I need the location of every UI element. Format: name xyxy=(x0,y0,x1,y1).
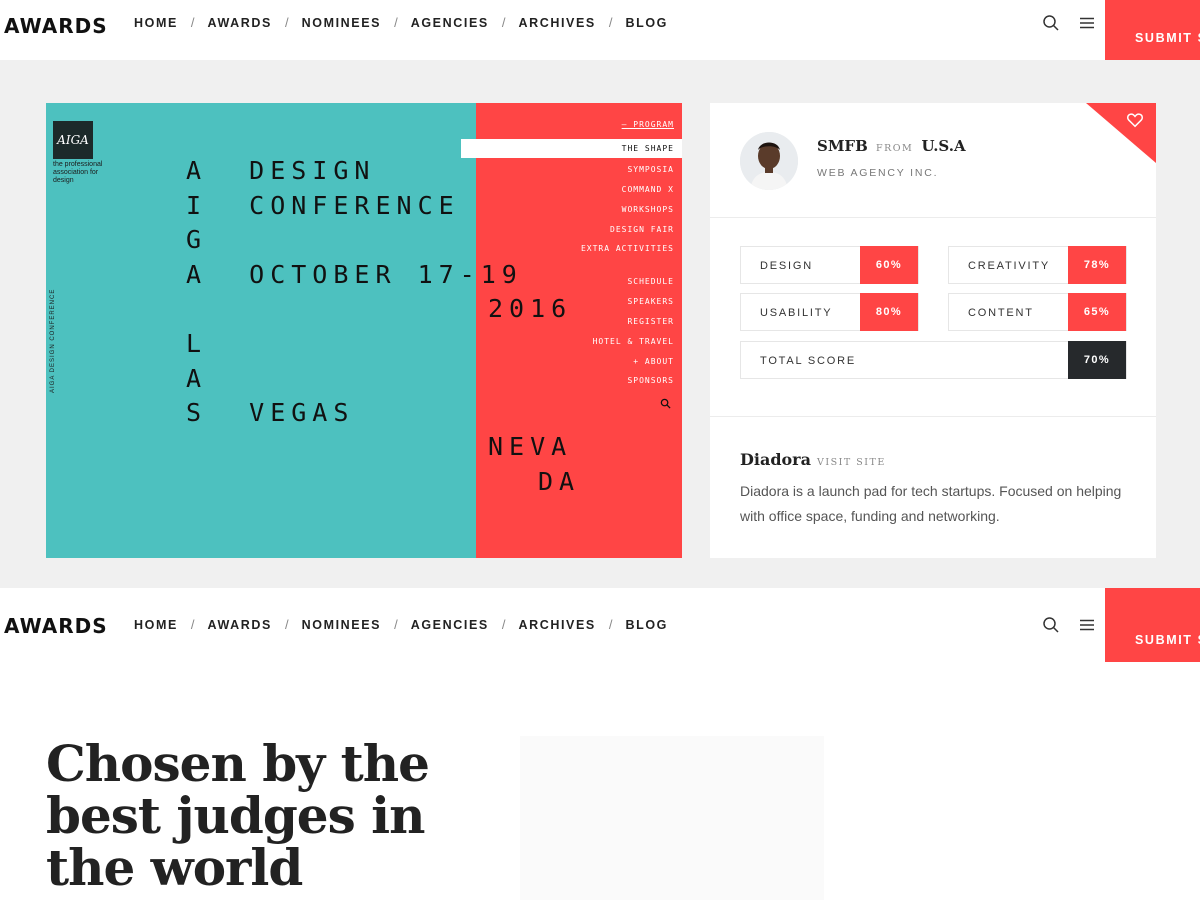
client-description: Diadora is a launch pad for tech startup… xyxy=(740,483,1122,524)
agency-title: SMFB xyxy=(817,137,868,155)
nav-home[interactable]: HOME xyxy=(134,618,178,632)
site-logo[interactable]: AWARDS xyxy=(4,614,108,638)
poster-menu-item: + ABOUT xyxy=(633,357,674,366)
menu-icon[interactable] xyxy=(1078,14,1096,32)
divider xyxy=(710,416,1156,417)
nav-separator: / xyxy=(501,15,506,30)
poster-line: DA xyxy=(538,467,581,496)
nav-separator: / xyxy=(608,15,613,30)
nav-separator: / xyxy=(501,617,506,632)
search-icon[interactable] xyxy=(1042,616,1060,634)
score-label: CREATIVITY xyxy=(968,260,1050,272)
poster-menu-item: COMMAND X xyxy=(621,185,674,194)
nav-separator: / xyxy=(285,15,289,30)
search-icon[interactable] xyxy=(1042,14,1060,32)
poster-search-icon xyxy=(660,398,671,409)
submit-button[interactable]: SUBMIT S xyxy=(1105,0,1200,60)
avatar xyxy=(740,132,798,190)
poster-menu-item: SYMPOSIA xyxy=(627,165,674,174)
showcase-image[interactable]: AIGA the professional association for de… xyxy=(46,103,682,558)
submit-button[interactable]: SUBMIT S xyxy=(1105,588,1200,662)
nav-archives[interactable]: ARCHIVES xyxy=(518,618,595,632)
poster-line: A OCTOBER 17-19 xyxy=(186,260,523,289)
poster-line: A xyxy=(186,364,208,393)
vertical-conference-label: AIGA DESIGN CONFERENCE xyxy=(50,288,56,393)
score-design: DESIGN 60% xyxy=(740,246,919,284)
nominee-card: SMFB FROM U.S.A WEB AGENCY INC. DESIGN 6… xyxy=(710,103,1156,558)
poster-menu-item: SCHEDULE xyxy=(627,277,674,286)
divider xyxy=(710,217,1156,218)
score-usability: USABILITY 80% xyxy=(740,293,919,331)
nav-separator: / xyxy=(608,617,613,632)
nav-blog[interactable]: BLOG xyxy=(625,618,668,632)
menu-icon[interactable] xyxy=(1078,616,1096,634)
nav-agencies[interactable]: AGENCIES xyxy=(411,618,489,632)
main-nav: HOME / AWARDS / NOMINEES / AGENCIES / AR… xyxy=(134,15,668,30)
score-label: CONTENT xyxy=(968,307,1034,319)
hero-title: Chosen by the best judges in the world xyxy=(46,734,430,897)
nav-home[interactable]: HOME xyxy=(134,16,178,30)
from-label: FROM xyxy=(876,143,914,154)
nav-archives[interactable]: ARCHIVES xyxy=(518,16,595,30)
poster-menu-item: DESIGN FAIR xyxy=(610,225,674,234)
score-label: DESIGN xyxy=(760,260,813,272)
score-value: 60% xyxy=(860,246,918,284)
poster-menu-program: — PROGRAM xyxy=(621,120,674,129)
poster-line: NEVA xyxy=(488,432,573,461)
nav-separator: / xyxy=(190,617,195,632)
agency-country: U.S.A xyxy=(921,137,966,155)
poster-line: L xyxy=(186,329,208,358)
score-value: 80% xyxy=(860,293,918,331)
nav-blog[interactable]: BLOG xyxy=(625,16,668,30)
score-creativity: CREATIVITY 78% xyxy=(948,246,1127,284)
poster-menu-item: SPEAKERS xyxy=(627,297,674,306)
nav-awards[interactable]: AWARDS xyxy=(208,618,272,632)
nav-nominees[interactable]: NOMINEES xyxy=(302,618,381,632)
poster-menu-item: EXTRA ACTIVITIES xyxy=(580,244,674,253)
main-nav: HOME / AWARDS / NOMINEES / AGENCIES / AR… xyxy=(134,617,668,632)
poster-menu-item: SPONSORS xyxy=(627,376,674,385)
poster-menu-item: REGISTER xyxy=(627,317,674,326)
agency-name[interactable]: SMFB FROM U.S.A xyxy=(817,137,966,155)
poster-menu-item: HOTEL & TRAVEL xyxy=(592,337,674,346)
score-content: CONTENT 65% xyxy=(948,293,1127,331)
nav-separator: / xyxy=(285,617,289,632)
favorite-corner[interactable] xyxy=(1086,103,1156,163)
nav-separator: / xyxy=(190,15,195,30)
nav-separator: / xyxy=(394,15,398,30)
heart-icon[interactable] xyxy=(1126,111,1144,129)
nav-awards[interactable]: AWARDS xyxy=(208,16,272,30)
score-value: 70% xyxy=(1068,341,1126,379)
score-value: 65% xyxy=(1068,293,1126,331)
client-name: Diadora xyxy=(740,450,811,469)
poster-menu-active: THE SHAPE xyxy=(461,139,682,158)
poster-line: S VEGAS xyxy=(186,398,355,427)
agency-subtitle: WEB AGENCY INC. xyxy=(817,167,939,179)
hero-section: Chosen by the best judges in the world xyxy=(0,662,1200,900)
top-navbar: AWARDS HOME / AWARDS / NOMINEES / AGENCI… xyxy=(0,0,1200,60)
faded-media-placeholder xyxy=(520,736,824,900)
score-value: 78% xyxy=(1068,246,1126,284)
aiga-logo: AIGA xyxy=(53,121,93,159)
visit-site-link[interactable]: VISIT SITE xyxy=(817,457,886,468)
score-label: USABILITY xyxy=(760,307,833,319)
poster-line: 2016 xyxy=(488,294,573,323)
poster-line: G xyxy=(186,225,208,254)
score-total: TOTAL SCORE 70% xyxy=(740,341,1127,379)
score-label: TOTAL SCORE xyxy=(760,355,856,367)
poster-line: I CONFERENCE xyxy=(186,191,460,220)
poster-line: A DESIGN xyxy=(186,156,376,185)
nav-separator: / xyxy=(394,617,398,632)
site-logo[interactable]: AWARDS xyxy=(4,14,108,38)
poster-menu-item: WORKSHOPS xyxy=(621,205,674,214)
aiga-tagline: the professional association for design xyxy=(53,161,103,184)
nav-agencies[interactable]: AGENCIES xyxy=(411,16,489,30)
nav-nominees[interactable]: NOMINEES xyxy=(302,16,381,30)
sticky-navbar: AWARDS HOME / AWARDS / NOMINEES / AGENCI… xyxy=(0,588,1200,662)
